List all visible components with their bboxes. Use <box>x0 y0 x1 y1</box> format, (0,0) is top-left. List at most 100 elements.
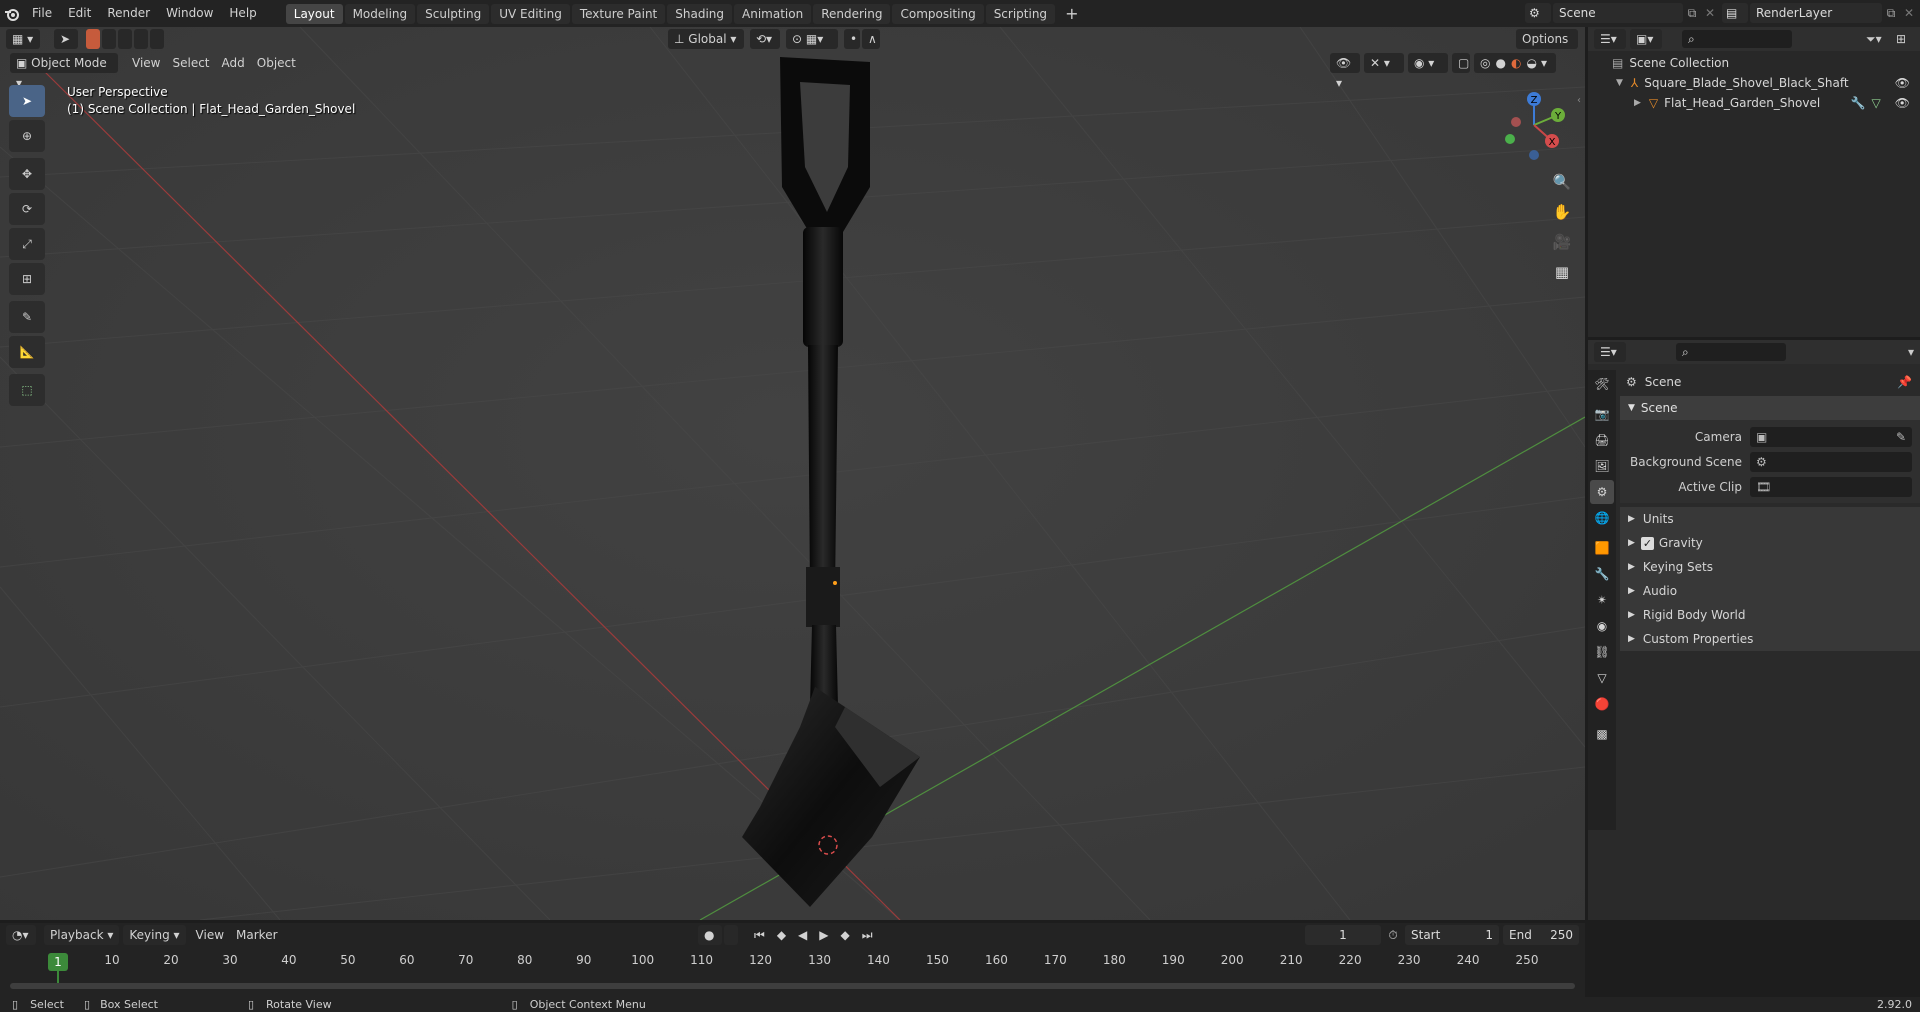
panel-scene-header[interactable]: ▼ Scene <box>1620 396 1920 420</box>
tab-uv-editing[interactable]: UV Editing <box>491 3 570 24</box>
background-scene-field[interactable]: ⚙ <box>1750 451 1912 472</box>
tab-shading[interactable]: Shading <box>667 3 732 24</box>
add-cube-tool[interactable]: ⬚ <box>9 374 45 406</box>
mesh-data-icon[interactable]: ▽ <box>1872 93 1881 113</box>
tool-tab-icon[interactable]: 🛠 <box>1590 372 1614 396</box>
zoom-icon[interactable]: 🔍 <box>1550 173 1574 203</box>
menu-object[interactable]: Object <box>251 53 302 73</box>
falloff-icon[interactable]: ∧ <box>862 29 880 49</box>
select-invert-icon[interactable] <box>134 29 148 49</box>
proportional-edit-icon[interactable]: • <box>844 29 860 49</box>
outliner-row-collection[interactable]: ▼ ⅄ Square_Blade_Shovel_Black_Shaft 👁 <box>1588 73 1920 93</box>
playhead[interactable]: 1 <box>48 953 68 971</box>
panel-keying-sets[interactable]: ▶ Keying Sets <box>1620 555 1920 579</box>
tab-rendering[interactable]: Rendering <box>813 3 891 24</box>
view-layer-tab-icon[interactable]: 🖼 <box>1590 454 1614 478</box>
select-intersect-icon[interactable] <box>150 29 164 49</box>
select-extend-icon[interactable] <box>102 29 116 49</box>
pan-hand-icon[interactable]: ✋ <box>1550 203 1574 233</box>
particles-tab-icon[interactable]: ✴ <box>1590 588 1614 612</box>
scene-selector[interactable]: ⚙ Scene ⧉ ✕ <box>1525 3 1719 23</box>
rendered-shading-icon[interactable]: ◒ <box>1526 53 1536 73</box>
rotate-tool[interactable]: ⟳ <box>9 193 45 225</box>
outliner-row-scene-collection[interactable]: ▤ Scene Collection <box>1588 53 1920 73</box>
mode-dropdown[interactable]: ▣ Object Mode ▾ <box>10 53 118 90</box>
view-layer-copy-icon[interactable]: ⧉ <box>1882 6 1900 21</box>
view-layer-selector[interactable]: ▤ RenderLayer ⧉ ✕ <box>1722 3 1918 23</box>
pivot-point-icon[interactable]: ⟲▾ <box>750 29 780 49</box>
tab-layout[interactable]: Layout <box>285 3 343 24</box>
display-mode-dropdown[interactable]: ▣▾ <box>1630 29 1662 49</box>
output-tab-icon[interactable]: 🖨 <box>1590 428 1614 452</box>
visibility-icon[interactable]: 👁▾ <box>1330 53 1360 90</box>
menu-help[interactable]: Help <box>221 0 264 27</box>
eyedropper-icon[interactable]: ✎ <box>1896 430 1906 444</box>
select-tool-icon[interactable]: ➤ <box>54 29 78 49</box>
active-clip-field[interactable]: 🎞 <box>1750 476 1912 497</box>
texture-tab-icon[interactable]: ▩ <box>1590 722 1614 746</box>
navigation-gizmo[interactable]: Z Y X <box>1498 89 1570 161</box>
view-layer-close-icon[interactable]: ✕ <box>1900 6 1918 20</box>
annotate-tool[interactable]: ✎ <box>9 301 45 333</box>
new-collection-icon[interactable]: ⊞ <box>1896 32 1914 46</box>
view-layer-field[interactable]: RenderLayer <box>1750 3 1882 23</box>
overlays-icon[interactable]: ◉ ▾ <box>1408 53 1448 73</box>
tab-texture-paint[interactable]: Texture Paint <box>571 3 666 24</box>
sidebar-toggle-icon[interactable]: ‹ <box>1577 95 1581 106</box>
outliner-search-input[interactable]: ⌕ <box>1682 30 1792 48</box>
menu-window[interactable]: Window <box>158 0 221 27</box>
expand-right-icon[interactable]: ▶ <box>1634 93 1641 113</box>
properties-editor-type[interactable]: ☰▾ <box>1594 342 1626 362</box>
properties-search-input[interactable]: ⌕ <box>1676 343 1786 361</box>
select-subtract-icon[interactable] <box>118 29 132 49</box>
ortho-grid-icon[interactable]: ▦ <box>1550 263 1574 293</box>
modifier-wrench-icon[interactable]: 🔧 <box>1851 93 1866 113</box>
physics-tab-icon[interactable]: ◉ <box>1590 614 1614 638</box>
wireframe-shading-icon[interactable]: ◎ <box>1480 53 1490 73</box>
data-tab-icon[interactable]: ▽ <box>1590 666 1614 690</box>
transform-tool[interactable]: ⊞ <box>9 263 45 295</box>
tab-compositing[interactable]: Compositing <box>892 3 984 24</box>
transform-orientation-dropdown[interactable]: ⊥ Global ▾ <box>668 29 744 49</box>
tab-modeling[interactable]: Modeling <box>344 3 416 24</box>
options-button[interactable]: Options <box>1516 29 1578 49</box>
scene-close-icon[interactable]: ✕ <box>1701 6 1719 20</box>
properties-options-dropdown[interactable]: ▾ <box>1908 345 1914 359</box>
move-tool[interactable]: ✥ <box>9 158 45 190</box>
menu-edit[interactable]: Edit <box>60 0 99 27</box>
gravity-checkbox[interactable]: ✓ <box>1640 536 1654 550</box>
add-workspace-button[interactable]: + <box>1057 4 1086 24</box>
timeline-scrollbar[interactable] <box>10 983 1575 989</box>
menu-view[interactable]: View <box>126 53 166 73</box>
menu-add[interactable]: Add <box>216 53 251 73</box>
pin-icon[interactable]: 📌 <box>1897 375 1912 389</box>
visibility-eye-icon[interactable]: 👁 <box>1895 73 1910 93</box>
filter-icon[interactable]: ⏷▾ <box>1866 32 1896 47</box>
outliner-row-object[interactable]: ▶ ▽ Flat_Head_Garden_Shovel 🔧 ▽ 👁 <box>1588 93 1920 113</box>
render-tab-icon[interactable]: 📷 <box>1590 402 1614 426</box>
visibility-eye-icon[interactable]: 👁 <box>1895 93 1910 113</box>
shading-dropdown-icon[interactable]: ▾ <box>1541 53 1547 73</box>
material-tab-icon[interactable]: 🔴 <box>1590 692 1614 716</box>
tab-animation[interactable]: Animation <box>734 3 812 24</box>
menu-select[interactable]: Select <box>166 53 215 73</box>
menu-render[interactable]: Render <box>99 0 158 27</box>
editor-type-button[interactable]: ▦ ▾ <box>6 29 40 49</box>
select-box-tool[interactable]: ➤ <box>9 85 45 117</box>
measure-tool[interactable]: 📐 <box>9 336 45 368</box>
expand-down-icon[interactable]: ▼ <box>1616 73 1623 93</box>
panel-audio[interactable]: ▶ Audio <box>1620 579 1920 603</box>
3d-viewport[interactable]: ▦ ▾ ➤ ⊥ Global ▾ ⟲▾ ⊙ ▦▾ • ∧ Options ▣ O… <box>0 27 1585 920</box>
outliner-editor-type[interactable]: ☰▾ <box>1594 29 1626 49</box>
menu-file[interactable]: File <box>24 0 60 27</box>
scene-name-field[interactable]: Scene <box>1553 3 1683 23</box>
panel-custom-properties[interactable]: ▶ Custom Properties <box>1620 627 1920 651</box>
material-shading-icon[interactable]: ◐ <box>1511 53 1521 73</box>
world-tab-icon[interactable]: 🌐 <box>1590 506 1614 530</box>
panel-rigid-body-world[interactable]: ▶ Rigid Body World <box>1620 603 1920 627</box>
camera-field[interactable]: ▣ ✎ <box>1750 426 1912 447</box>
modifier-tab-icon[interactable]: 🔧 <box>1590 562 1614 586</box>
constraints-tab-icon[interactable]: ⛓ <box>1590 640 1614 664</box>
xray-icon[interactable]: ▢ <box>1452 53 1470 73</box>
scene-tab-icon[interactable]: ⚙ <box>1590 480 1614 504</box>
